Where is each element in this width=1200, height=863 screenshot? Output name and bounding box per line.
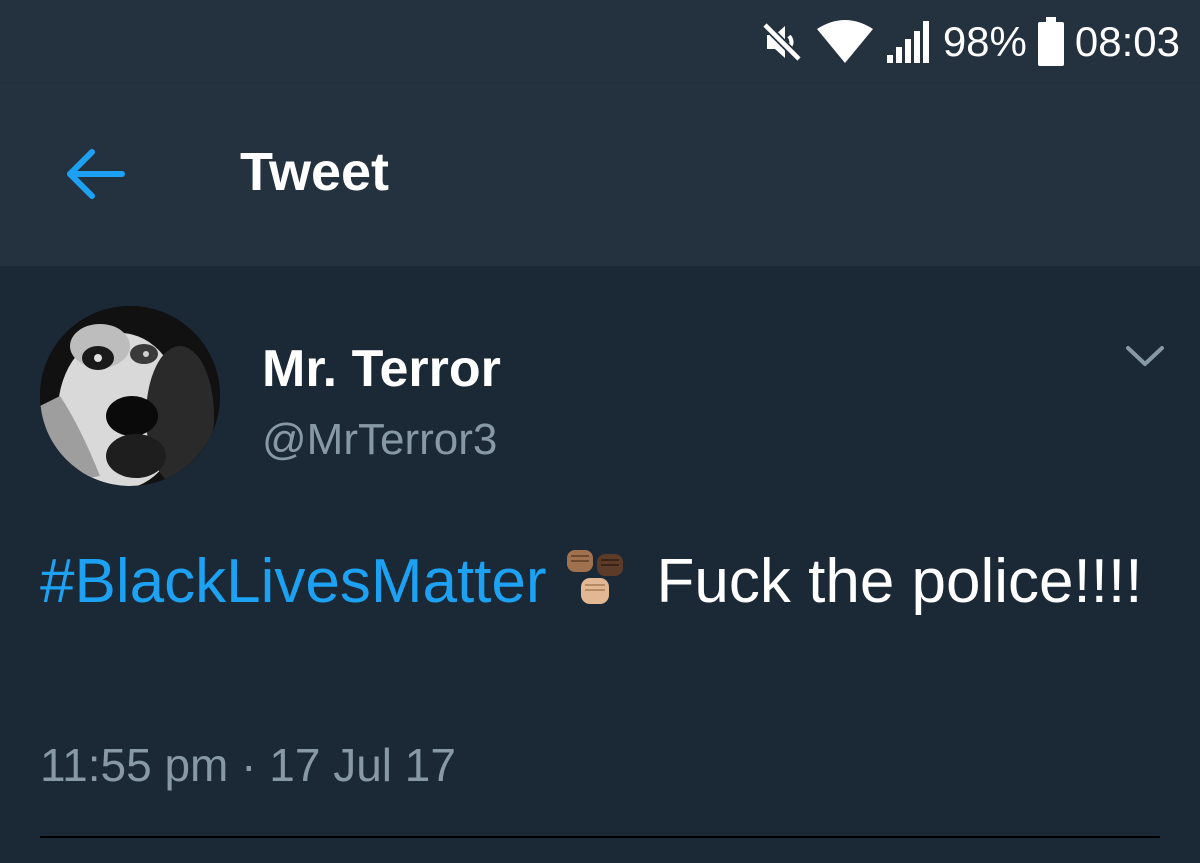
back-button[interactable] [58, 144, 132, 204]
signal-icon [885, 19, 933, 65]
battery-icon [1037, 17, 1065, 67]
raised-fists-emoji [565, 544, 627, 606]
wifi-icon [815, 19, 875, 65]
mute-icon [759, 19, 805, 65]
arrow-left-icon [67, 149, 125, 199]
tweet-menu-button[interactable] [1120, 338, 1170, 378]
status-bar: 98% 08:03 [0, 0, 1200, 84]
author-display-name[interactable]: Mr. Terror [262, 338, 501, 400]
tweet-detail: Mr. Terror @MrTerror3 #BlackLivesMatter … [0, 266, 1200, 863]
battery-percentage: 98% [942, 18, 1027, 65]
app-header: Tweet [0, 84, 1200, 266]
page-title: Tweet [240, 142, 390, 202]
tweet-timestamp[interactable]: 11:55 pm · 17 Jul 17 [40, 736, 456, 794]
status-clock: 08:03 [1074, 18, 1180, 65]
chevron-down-icon [1126, 346, 1164, 366]
avatar[interactable] [40, 306, 220, 486]
hashtag-link[interactable]: #BlackLivesMatter [40, 547, 547, 616]
tweet-body-text: Fuck the police!!!! [656, 547, 1143, 616]
status-icons: 98% 08:03 [759, 14, 1180, 70]
author-handle[interactable]: @MrTerror3 [262, 412, 497, 468]
tweet-text: #BlackLivesMatter Fuck the police!!!! [40, 538, 1150, 626]
divider [40, 836, 1160, 838]
